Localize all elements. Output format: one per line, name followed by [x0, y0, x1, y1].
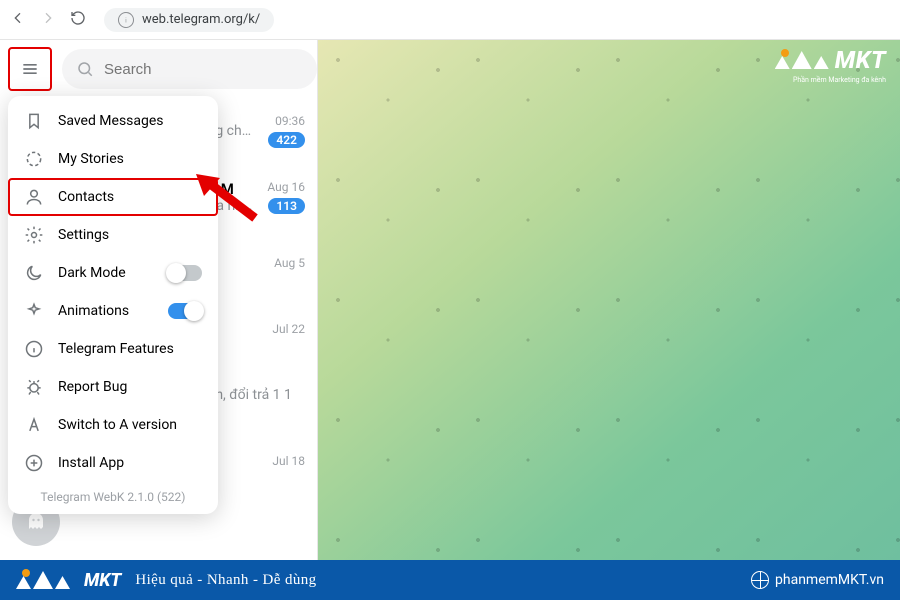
watermark: MKT Phần mềm Marketing đa kênh: [775, 46, 886, 74]
menu-label: Contacts: [58, 189, 114, 205]
menu-label: Animations: [58, 303, 129, 319]
menu-label: Telegram Features: [58, 341, 174, 357]
menu-label: Dark Mode: [58, 265, 126, 281]
chat-time: Aug 16: [267, 180, 305, 194]
menu-contacts[interactable]: Contacts: [8, 178, 218, 216]
search-icon: [76, 60, 94, 78]
hamburger-highlight: [8, 47, 52, 91]
menu-saved-messages[interactable]: Saved Messages: [8, 102, 218, 140]
letter-a-icon: [24, 415, 44, 435]
url-bar[interactable]: ᵢ web.telegram.org/k/: [104, 8, 274, 32]
browser-chrome: ᵢ web.telegram.org/k/: [0, 0, 900, 40]
menu-settings[interactable]: Settings: [8, 216, 218, 254]
menu-install-app[interactable]: Install App: [8, 444, 218, 482]
menu-animations[interactable]: Animations: [8, 292, 218, 330]
sidebar-header: [0, 40, 317, 98]
bug-icon: [24, 377, 44, 397]
chat-time: 09:36: [275, 114, 305, 128]
menu-label: My Stories: [58, 151, 124, 167]
plus-circle-icon: [24, 453, 44, 473]
version-text: Telegram WebK 2.1.0 (522): [8, 482, 218, 508]
menu-label: Switch to A version: [58, 417, 177, 433]
watermark-tagline: Phần mềm Marketing đa kênh: [793, 76, 886, 84]
search-box[interactable]: [62, 49, 317, 89]
footer-banner: MKT Hiệu quả - Nhanh - Dễ dùng phanmemMK…: [0, 560, 900, 600]
footer-site: phanmemMKT.vn: [751, 571, 884, 589]
gear-icon: [24, 225, 44, 245]
main-menu: Saved Messages My Stories Contacts Setti…: [8, 96, 218, 514]
info-icon: [24, 339, 44, 359]
footer-brand: MKT: [84, 570, 121, 591]
sidebar: ang chec… 09:36422 NAM hưa nhậ… Aug 1611…: [0, 40, 318, 560]
menu-report-bug[interactable]: Report Bug: [8, 368, 218, 406]
url-text: web.telegram.org/k/: [142, 12, 260, 27]
annotation-arrow: [190, 168, 260, 228]
mkt-logo-icon: [775, 51, 829, 69]
hamburger-button[interactable]: [10, 49, 50, 89]
dark-mode-toggle[interactable]: [168, 265, 202, 281]
chat-time: Aug 5: [274, 256, 305, 270]
menu-label: Settings: [58, 227, 109, 243]
footer-slogan: Hiệu quả - Nhanh - Dễ dùng: [135, 572, 316, 589]
watermark-brand: MKT: [835, 46, 886, 74]
footer-url: phanmemMKT.vn: [775, 572, 884, 588]
sparkle-icon: [24, 301, 44, 321]
menu-label: Saved Messages: [58, 113, 164, 129]
moon-icon: [24, 263, 44, 283]
animations-toggle[interactable]: [168, 303, 202, 319]
chat-time: Jul 22: [272, 322, 305, 336]
back-icon[interactable]: [10, 10, 26, 30]
site-info-icon[interactable]: ᵢ: [118, 12, 134, 28]
app-window: ang chec… 09:36422 NAM hưa nhậ… Aug 1611…: [0, 40, 900, 560]
browser-nav: [10, 10, 86, 30]
unread-badge: 422: [268, 132, 305, 148]
search-input[interactable]: [104, 61, 303, 78]
chat-background: MKT Phần mềm Marketing đa kênh: [318, 40, 900, 560]
reload-icon[interactable]: [70, 10, 86, 30]
footer-logo-icon: [16, 571, 70, 589]
forward-icon[interactable]: [40, 10, 56, 30]
menu-label: Report Bug: [58, 379, 127, 395]
hamburger-icon: [20, 59, 40, 79]
menu-switch-version[interactable]: Switch to A version: [8, 406, 218, 444]
unread-badge: 113: [268, 198, 305, 214]
globe-icon: [751, 571, 769, 589]
menu-my-stories[interactable]: My Stories: [8, 140, 218, 178]
chat-time: Jul 18: [272, 454, 305, 468]
menu-features[interactable]: Telegram Features: [8, 330, 218, 368]
stories-icon: [24, 149, 44, 169]
person-icon: [24, 187, 44, 207]
menu-dark-mode[interactable]: Dark Mode: [8, 254, 218, 292]
bookmark-icon: [24, 111, 44, 131]
menu-label: Install App: [58, 455, 124, 471]
